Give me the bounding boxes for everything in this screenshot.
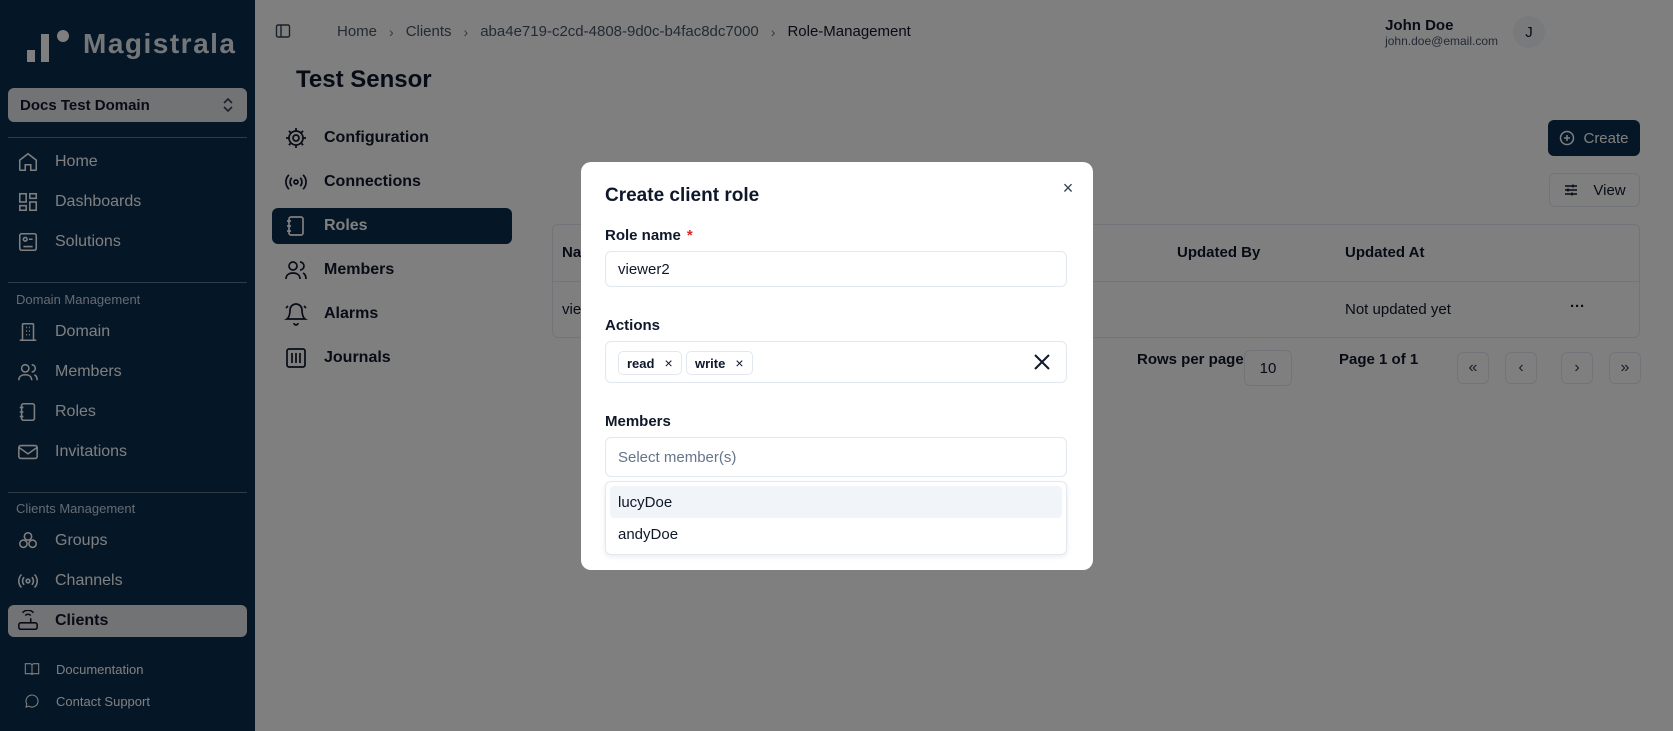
actions-multiselect[interactable]: read × write × (605, 341, 1067, 383)
tag-remove-icon[interactable]: × (664, 355, 672, 371)
create-client-role-dialog: Create client role × Role name* Actions … (581, 162, 1093, 570)
required-marker: * (686, 227, 693, 244)
member-option-lucydoe[interactable]: lucyDoe (610, 486, 1062, 518)
role-name-label: Role name * (605, 227, 693, 244)
tag-remove-icon[interactable]: × (735, 355, 743, 371)
actions-label: Actions (605, 317, 661, 334)
member-option-andydoe[interactable]: andyDoe (610, 518, 1062, 550)
clear-all-icon[interactable] (1032, 352, 1052, 372)
close-icon[interactable]: × (1059, 179, 1077, 197)
dialog-title: Create client role (605, 185, 760, 206)
members-label: Members (605, 413, 671, 430)
role-name-input[interactable] (605, 251, 1067, 287)
action-tag-write: write × (686, 351, 753, 375)
action-tag-read: read × (618, 351, 682, 375)
members-search-input[interactable] (605, 437, 1067, 477)
members-dropdown: lucyDoe andyDoe (605, 481, 1067, 555)
